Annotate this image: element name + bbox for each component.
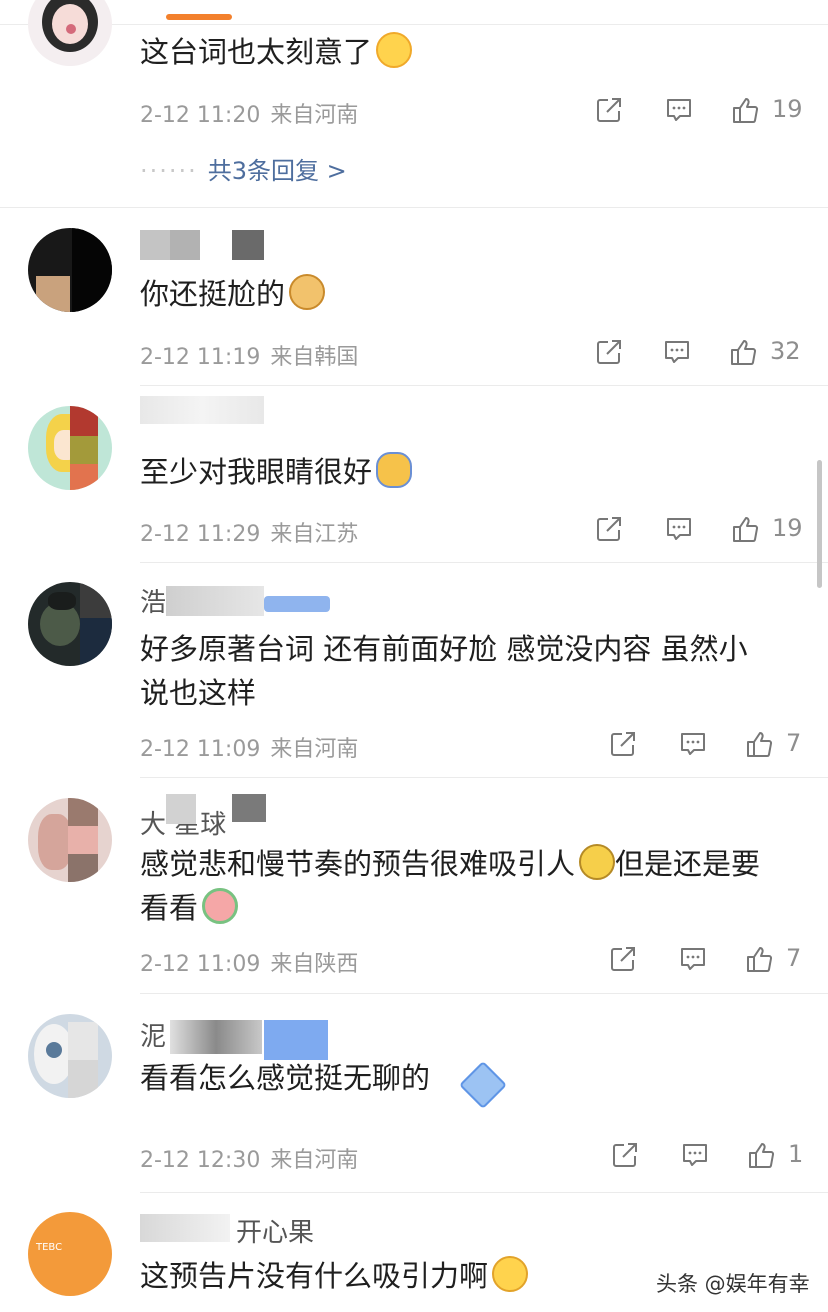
active-tab-indicator [166,14,232,20]
eye-roll-emoji [579,844,616,880]
comment-actions: 1 [610,1140,820,1180]
comment-text: 感觉悲和慢节奏的预告很难吸引人 但是还是要 看看 [140,842,810,930]
shocked-emoji [492,1256,529,1292]
comment-divider [140,993,828,994]
comment-icon[interactable] [664,95,694,125]
comment-text-line: 但是还是要 [615,847,761,881]
avatar[interactable] [28,406,112,490]
like-icon[interactable] [744,944,774,974]
comment-date: 2-12 11:09 [140,737,261,762]
comment-date: 2-12 11:09 [140,952,261,977]
comment-meta: 2-12 11:29 来自江苏 [140,516,358,548]
comment-text-line: 感觉悲和慢节奏的预告很难吸引人 [140,847,576,881]
waving-emoji [376,452,413,488]
comment-text: 看看怎么感觉挺无聊的 [140,1056,810,1110]
comment-divider [140,562,828,563]
username-visible: 泥 [140,1022,167,1052]
like-count: 19 [772,514,803,542]
username-visible: 开心果 [236,1218,315,1248]
comment-divider [140,777,828,778]
comment-location: 来自河南 [270,1148,359,1173]
share-icon[interactable] [608,944,638,974]
comment-date: 2-12 11:19 [140,345,261,370]
share-icon[interactable] [594,337,624,367]
reply-dots: ······ [140,157,198,185]
comment-text-content: 你还挺尬的 [140,277,286,311]
comment-text-line: 看看 [140,891,199,925]
like-count: 7 [786,729,802,757]
username-visible: 浩 [140,588,167,618]
like-icon[interactable] [728,337,758,367]
scrollbar[interactable] [817,460,822,588]
comment-date: 2-12 11:29 [140,522,261,547]
comment-text-content: 这台词也太刻意了 [140,35,373,69]
comment-divider [0,207,828,208]
diamond-sticker [458,1060,508,1110]
comment-date: 2-12 12:30 [140,1148,261,1173]
comment-actions: 19 [594,95,814,135]
comment-actions: 7 [608,944,818,984]
share-icon[interactable] [594,514,624,544]
comment-icon[interactable] [678,729,708,759]
like-icon[interactable] [746,1140,776,1170]
avatar[interactable] [28,1014,112,1098]
share-icon[interactable] [610,1140,640,1170]
flower-emoji [202,888,239,924]
avatar[interactable] [28,228,112,312]
comment-meta: 2-12 11:19 来自韩国 [140,339,358,371]
avatar[interactable] [28,582,112,666]
comment-location: 来自陕西 [270,952,359,977]
like-count: 1 [788,1140,804,1168]
comment-divider [140,385,828,386]
like-icon[interactable] [730,95,760,125]
comment-location: 来自韩国 [270,345,359,370]
avatar[interactable] [28,0,112,66]
comment-icon[interactable] [662,337,692,367]
comment-actions: 19 [594,514,814,554]
comment-text-content: 至少对我眼睛很好 [140,455,373,489]
share-icon[interactable] [594,95,624,125]
comment-text-line: 说也这样 [140,676,257,710]
comment-meta: 2-12 11:09 来自陕西 [140,946,358,978]
doge-emoji [289,274,326,310]
comment-location: 来自河南 [270,737,359,762]
comment-icon[interactable] [678,944,708,974]
comment-meta: 2-12 12:30 来自河南 [140,1142,358,1174]
comment-location: 来自河南 [270,103,359,128]
like-icon[interactable] [730,514,760,544]
comment-meta: 2-12 11:09 来自河南 [140,731,358,763]
watermark: 头条 @娱年有幸 [652,1266,814,1300]
replies-label[interactable]: 共3条回复 > [208,157,347,185]
share-icon[interactable] [608,729,638,759]
comment-location: 来自江苏 [270,522,359,547]
comment-text: 好多原著台词 还有前面好尬 感觉没内容 虽然小 说也这样 [140,627,810,715]
avatar[interactable]: TEBC [28,1212,112,1296]
comment-divider [140,1192,828,1193]
top-divider [0,24,828,25]
comment-text: 至少对我眼睛很好 [140,450,810,494]
comment-actions: 7 [608,729,818,769]
like-icon[interactable] [744,729,774,759]
comment-text-content: 看看怎么感觉挺无聊的 [140,1061,431,1095]
avatar[interactable] [28,798,112,882]
comment-actions: 32 [594,337,814,377]
avatar-label: TEBC [36,1242,63,1253]
comment-text: 你还挺尬的 [140,272,810,316]
comment-icon[interactable] [664,514,694,544]
comment-date: 2-12 11:20 [140,103,261,128]
comment-meta: 2-12 11:20 来自河南 [140,97,358,129]
comment-text-content: 这预告片没有什么吸引力啊 [140,1259,489,1293]
view-replies-link[interactable]: ······ 共3条回复 > [140,151,347,186]
comment-text-line: 好多原著台词 还有前面好尬 感觉没内容 虽然小 [140,632,748,666]
like-count: 32 [770,337,801,365]
like-count: 19 [772,95,803,123]
laughing-crying-emoji [376,32,413,68]
like-count: 7 [786,944,802,972]
comment-icon[interactable] [680,1140,710,1170]
comment-text: 这台词也太刻意了 [140,30,810,74]
